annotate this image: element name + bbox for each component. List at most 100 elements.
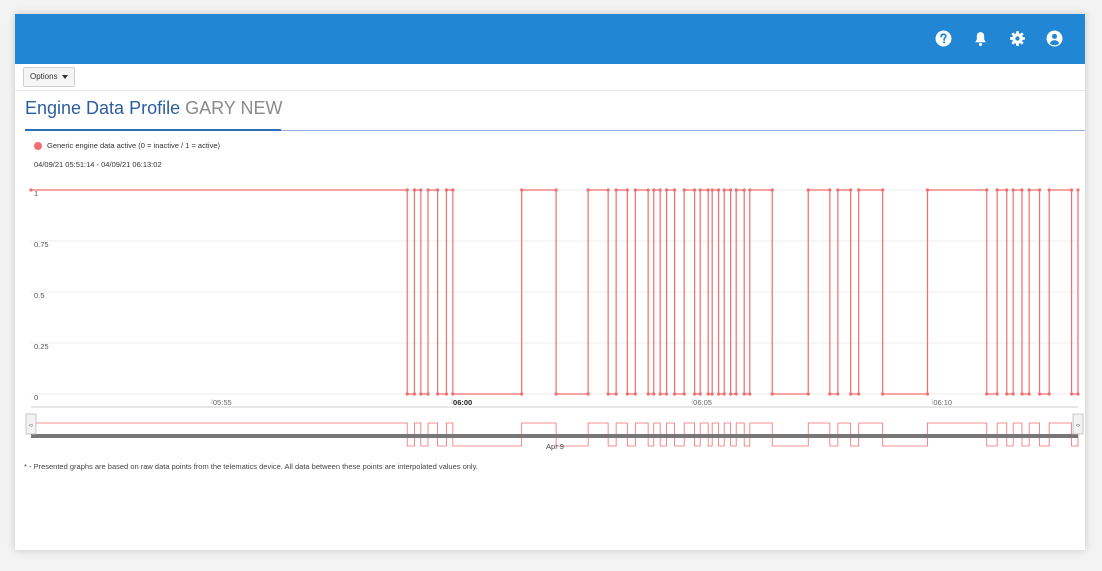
data-point[interactable] (436, 392, 440, 396)
data-point[interactable] (664, 188, 669, 192)
data-point[interactable] (985, 392, 989, 396)
data-point[interactable] (658, 392, 662, 396)
data-point[interactable] (995, 392, 999, 396)
data-point[interactable] (849, 392, 853, 396)
data-point[interactable] (710, 392, 714, 396)
data-point[interactable] (729, 188, 733, 192)
data-point[interactable] (925, 392, 930, 396)
data-point[interactable] (692, 392, 697, 396)
data-point[interactable] (722, 392, 726, 396)
data-point[interactable] (606, 188, 610, 192)
data-point[interactable] (1011, 392, 1015, 396)
data-point[interactable] (710, 188, 714, 192)
data-point[interactable] (682, 188, 686, 192)
data-point[interactable] (729, 392, 733, 396)
data-point[interactable] (426, 188, 430, 192)
data-point[interactable] (849, 188, 853, 192)
data-point[interactable] (692, 188, 697, 192)
data-point[interactable] (520, 188, 524, 192)
help-circle-icon[interactable] (935, 30, 952, 47)
data-point[interactable] (995, 188, 999, 192)
data-point[interactable] (742, 188, 746, 192)
options-button[interactable]: Options (23, 67, 75, 87)
data-point[interactable] (633, 392, 637, 396)
data-point[interactable] (1069, 392, 1074, 396)
data-point[interactable] (646, 188, 650, 192)
data-point[interactable] (1005, 392, 1009, 396)
data-point[interactable] (1076, 392, 1080, 396)
data-point[interactable] (1037, 188, 1042, 192)
data-point[interactable] (1020, 392, 1024, 396)
data-point[interactable] (836, 392, 840, 396)
data-point[interactable] (706, 392, 710, 396)
data-point[interactable] (625, 392, 629, 396)
data-point[interactable] (606, 392, 610, 396)
data-point[interactable] (1020, 188, 1024, 192)
data-point[interactable] (405, 188, 409, 192)
data-point[interactable] (1076, 188, 1080, 192)
data-point[interactable] (672, 188, 677, 192)
data-point[interactable] (682, 392, 686, 396)
data-point[interactable] (520, 392, 524, 396)
data-point[interactable] (734, 188, 738, 192)
data-point[interactable] (1005, 188, 1009, 192)
data-point[interactable] (554, 188, 558, 192)
data-point[interactable] (716, 392, 721, 396)
data-point[interactable] (742, 392, 746, 396)
data-point[interactable] (436, 188, 440, 192)
data-point[interactable] (451, 188, 455, 192)
user-circle-icon[interactable] (1046, 30, 1063, 47)
data-point[interactable] (646, 392, 650, 396)
data-point[interactable] (770, 392, 774, 396)
data-point[interactable] (806, 188, 810, 192)
data-point[interactable] (405, 392, 409, 396)
data-point[interactable] (1027, 188, 1031, 192)
chart-legend[interactable]: Generic engine data active (0 = inactive… (34, 141, 220, 150)
data-point[interactable] (706, 188, 710, 192)
data-point[interactable] (1011, 188, 1015, 192)
data-point[interactable] (770, 188, 774, 192)
data-point[interactable] (985, 188, 989, 192)
data-point[interactable] (554, 392, 558, 396)
data-point[interactable] (625, 188, 629, 192)
bell-icon[interactable] (972, 30, 989, 47)
data-point[interactable] (716, 188, 721, 192)
data-point[interactable] (748, 188, 752, 192)
data-point[interactable] (664, 392, 669, 396)
data-point[interactable] (734, 392, 738, 396)
data-point[interactable] (652, 188, 656, 192)
data-point[interactable] (925, 188, 930, 192)
data-point[interactable] (828, 188, 832, 192)
navigator-scrollbar[interactable] (31, 434, 1078, 438)
data-point[interactable] (586, 392, 590, 396)
data-point[interactable] (614, 392, 618, 396)
data-point[interactable] (426, 392, 430, 396)
data-point[interactable] (722, 188, 726, 192)
data-point[interactable] (658, 188, 662, 192)
data-point[interactable] (881, 188, 885, 192)
data-point[interactable] (806, 392, 810, 396)
data-point[interactable] (1069, 188, 1074, 192)
data-point[interactable] (1037, 392, 1042, 396)
data-point[interactable] (748, 392, 752, 396)
data-point[interactable] (451, 392, 455, 396)
data-point[interactable] (633, 188, 637, 192)
data-point[interactable] (1027, 392, 1031, 396)
data-point[interactable] (419, 188, 423, 192)
data-point[interactable] (828, 392, 832, 396)
gear-icon[interactable] (1009, 30, 1026, 47)
data-point[interactable] (412, 188, 417, 192)
data-point[interactable] (652, 392, 656, 396)
data-point[interactable] (698, 188, 702, 192)
data-point[interactable] (857, 392, 861, 396)
data-point[interactable] (444, 188, 449, 192)
data-point[interactable] (1047, 188, 1051, 192)
data-point[interactable] (586, 188, 590, 192)
data-point[interactable] (836, 188, 840, 192)
data-point[interactable] (419, 392, 423, 396)
data-point[interactable] (614, 188, 618, 192)
data-point[interactable] (444, 392, 449, 396)
data-point[interactable] (412, 392, 417, 396)
data-point[interactable] (698, 392, 702, 396)
data-point[interactable] (29, 188, 33, 192)
